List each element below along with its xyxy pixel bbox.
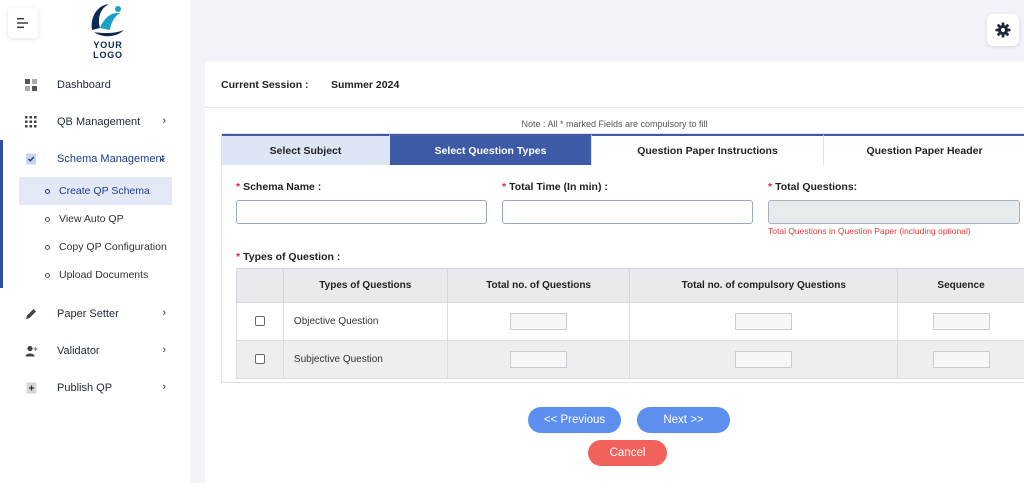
divider xyxy=(205,107,1024,108)
settings-button[interactable] xyxy=(987,14,1019,46)
required-mark: * xyxy=(236,181,241,193)
sequence-field[interactable] xyxy=(932,351,990,368)
total-questions-label: * Total Questions: xyxy=(768,181,858,193)
total-questions-field[interactable] xyxy=(510,313,568,330)
schema-name-label: * Schema Name : xyxy=(236,181,322,193)
submenu-item-view-auto-qp[interactable]: View Auto QP xyxy=(0,205,190,233)
required-mark: * xyxy=(768,181,773,193)
question-types-table: Types of Questions Total no. of Question… xyxy=(236,268,1024,379)
previous-button[interactable]: << Previous xyxy=(528,407,621,433)
bullet-icon xyxy=(45,273,50,278)
sidebar-item-label: Schema Management xyxy=(57,152,165,165)
question-type-name: Objective Question xyxy=(282,302,448,341)
column-header-types: Types of Questions xyxy=(282,268,448,303)
total-questions-hint: Total Questions in Question Paper (inclu… xyxy=(768,226,971,236)
column-header-select xyxy=(236,268,284,303)
total-questions-input[interactable] xyxy=(768,200,1020,224)
schema-submenu: Create QP Schema View Auto QP Copy QP Co… xyxy=(0,177,190,289)
hamburger-icon xyxy=(17,18,28,28)
total-time-label: * Total Time (In min) : xyxy=(502,181,608,193)
bullet-icon xyxy=(45,189,50,194)
user-plus-icon xyxy=(24,344,38,358)
table-row: Subjective Question xyxy=(236,340,1024,379)
schema-name-input[interactable] xyxy=(236,200,487,224)
logo-text: YOUR LOGO xyxy=(93,40,123,60)
sequence-field[interactable] xyxy=(932,313,990,330)
chevron-right-icon: › xyxy=(162,344,166,356)
sidebar-item-publish-qp[interactable]: Publish QP › xyxy=(0,369,190,406)
sidebar-item-schema-management[interactable]: Schema Management ⌄ xyxy=(0,140,190,177)
sidebar-item-label: Dashboard xyxy=(57,78,111,91)
main-card: Current Session : Summer 2024 Note : All… xyxy=(205,62,1024,483)
tab-question-paper-header[interactable]: Question Paper Header xyxy=(824,134,1024,165)
tab-question-paper-instructions[interactable]: Question Paper Instructions xyxy=(592,134,824,165)
chevron-right-icon: › xyxy=(162,115,166,127)
schema-form: Select Subject Select Question Types Que… xyxy=(221,133,1024,383)
tab-select-question-types[interactable]: Select Question Types xyxy=(390,134,592,165)
pencil-icon xyxy=(24,307,38,321)
sidebar-nav: Dashboard QB Management › Schema Managem… xyxy=(0,66,190,406)
compulsory-questions-field[interactable] xyxy=(735,313,793,330)
logo[interactable]: YOUR LOGO xyxy=(78,0,138,60)
submenu-item-create-qp-schema[interactable]: Create QP Schema xyxy=(19,177,172,205)
sidebar: YOUR LOGO Dashboard QB Management › Sche… xyxy=(0,0,190,483)
table-row: Objective Question xyxy=(236,302,1024,341)
table-header-row: Types of Questions Total no. of Question… xyxy=(236,268,1024,303)
total-time-input[interactable] xyxy=(502,200,753,224)
row-checkbox[interactable] xyxy=(254,354,265,365)
sidebar-item-validator[interactable]: Validator › xyxy=(0,332,190,369)
bullet-icon xyxy=(45,245,50,250)
row-checkbox[interactable] xyxy=(254,316,265,327)
column-header-total: Total no. of Questions xyxy=(446,268,631,303)
submenu-item-copy-qp-configuration[interactable]: Copy QP Configuration xyxy=(0,233,190,261)
tab-select-subject[interactable]: Select Subject xyxy=(222,134,390,165)
grid-icon xyxy=(24,115,38,129)
compulsory-note: Note : All * marked Fields are compulsor… xyxy=(521,119,708,129)
total-questions-field[interactable] xyxy=(510,351,568,368)
sidebar-item-label: Publish QP xyxy=(57,381,113,394)
document-plus-icon xyxy=(24,381,38,395)
chevron-down-icon: ⌄ xyxy=(157,152,167,164)
sidebar-item-label: QB Management xyxy=(57,115,141,128)
sidebar-item-dashboard[interactable]: Dashboard xyxy=(0,66,190,103)
chevron-right-icon: › xyxy=(162,381,166,393)
types-of-question-label: * Types of Question : xyxy=(236,251,341,263)
next-button[interactable]: Next >> xyxy=(637,407,730,433)
sidebar-item-qb-management[interactable]: QB Management › xyxy=(0,103,190,140)
logo-icon xyxy=(91,4,124,37)
dashboard-icon xyxy=(24,78,38,92)
chevron-right-icon: › xyxy=(162,307,166,319)
bullet-icon xyxy=(45,217,50,222)
compulsory-questions-field[interactable] xyxy=(735,351,793,368)
cancel-button[interactable]: Cancel xyxy=(588,440,667,466)
sidebar-item-label: Validator xyxy=(57,344,100,357)
session-value: Summer 2024 xyxy=(331,79,400,91)
column-header-sequence: Sequence xyxy=(897,268,1024,303)
clipboard-check-icon xyxy=(24,152,38,166)
menu-toggle-button[interactable] xyxy=(8,8,38,38)
submenu-item-upload-documents[interactable]: Upload Documents xyxy=(0,261,190,289)
sidebar-item-paper-setter[interactable]: Paper Setter › xyxy=(0,295,190,332)
sidebar-item-label: Paper Setter xyxy=(57,307,119,320)
gear-icon xyxy=(995,22,1011,38)
column-header-compulsory: Total no. of compulsory Questions xyxy=(629,268,899,303)
question-type-name: Subjective Question xyxy=(282,340,448,379)
required-mark: * xyxy=(236,251,241,263)
required-mark: * xyxy=(502,181,507,193)
session-label: Current Session : xyxy=(221,79,309,91)
step-tabs: Select Subject Select Question Types Que… xyxy=(222,134,1024,165)
